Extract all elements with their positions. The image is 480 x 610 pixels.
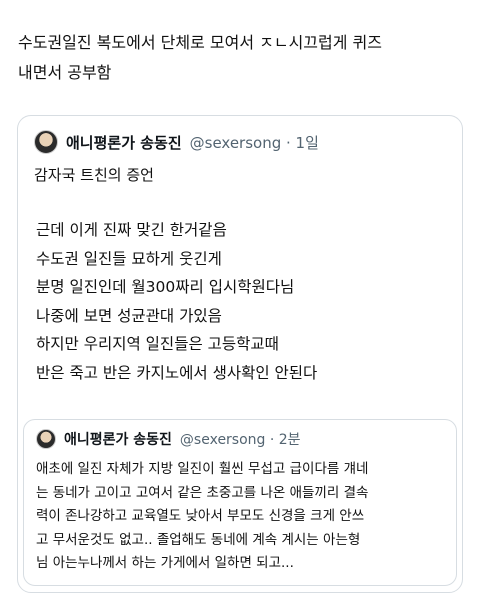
author-name[interactable]: 애니평론가 송동진 [64, 429, 172, 449]
quoted-tweet-header: 애니평론가 송동진 @sexersong · 1일 [34, 130, 319, 154]
author-name[interactable]: 애니평론가 송동진 [66, 132, 182, 153]
quoted-tweet-card[interactable]: 애니평론가 송동진 @sexersong · 1일 감자국 트친의 증언 근데 … [17, 115, 463, 593]
avatar[interactable] [36, 429, 56, 449]
body-line: 나중에 보면 성균관대 가있음 [36, 306, 222, 325]
post-line: 수도권일진 복도에서 단체로 모여서 ㅈㄴ시끄럽게 퀴즈 [18, 33, 382, 52]
body-line: 반은 죽고 반은 카지노에서 생사확인 안된다 [36, 363, 318, 382]
body-line: 분명 일진인데 월300짜리 입시학원다님 [36, 278, 295, 296]
body-line: 수도권 일진들 묘하게 웃긴게 [36, 249, 222, 268]
body-line: 애초에 일진 자체가 지방 일진이 훨씬 무섭고 급이다름 걔네 [36, 461, 369, 477]
quoted-tweet-subtitle: 감자국 트친의 증언 [34, 166, 154, 184]
post-text: 수도권일진 복도에서 단체로 모여서 ㅈㄴ시끄럽게 퀴즈 내면서 공부함 [18, 28, 468, 88]
avatar[interactable] [34, 130, 58, 154]
nested-tweet-body: 애초에 일진 자체가 지방 일진이 훨씬 무섭고 급이다름 걔네 는 동네가 고… [36, 458, 448, 576]
nested-tweet-header: 애니평론가 송동진 @sexersong · 2분 [36, 429, 301, 449]
nested-tweet-card[interactable]: 애니평론가 송동진 @sexersong · 2분 애초에 일진 자체가 지방 … [23, 419, 457, 586]
author-handle-time: @sexersong · 1일 [189, 133, 319, 152]
body-line: 는 동네가 고이고 고여서 같은 초중고를 나온 애들끼리 결속 [36, 484, 369, 501]
post-line: 내면서 공부함 [18, 63, 112, 82]
body-line: 고 무서운것도 없고.. 졸업해도 동네에 계속 계시는 아는형 [36, 531, 361, 548]
body-line: 님 아는누나께서 하는 가게에서 일하면 되고... [36, 555, 294, 571]
body-line: 하지만 우리지역 일진들은 고등학교때 [36, 335, 279, 353]
body-line: 근데 이게 진짜 맞긴 한거같음 [36, 221, 227, 239]
quoted-tweet-body: 근데 이게 진짜 맞긴 한거같음 수도권 일진들 묘하게 웃긴게 분명 일진인데… [36, 216, 446, 387]
body-line: 력이 존나강하고 교육열도 낮아서 부모도 신경을 크게 안쓰 [36, 508, 365, 524]
author-handle-time: @sexersong · 2분 [179, 432, 301, 448]
